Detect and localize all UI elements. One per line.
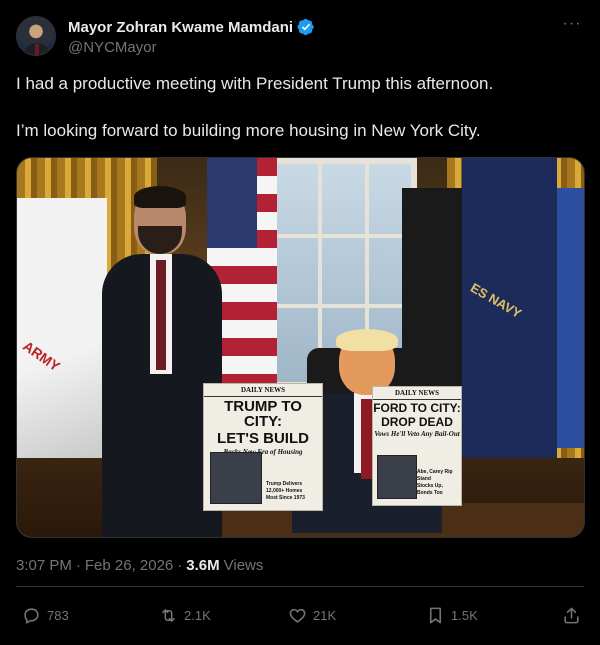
author-block: Mayor Zohran Kwame Mamdani @NYCMayor	[68, 16, 315, 56]
newspaper-left-masthead: DAILY NEWS	[204, 384, 322, 397]
repost-button[interactable]: 2.1K	[159, 606, 211, 625]
post-meta: 3:07 PM · Feb 26, 2026 · 3.6M Views	[16, 555, 263, 575]
post-date[interactable]: Feb 26, 2026	[85, 557, 173, 574]
like-button[interactable]: 21K	[288, 606, 336, 625]
post-time[interactable]: 3:07 PM	[16, 557, 72, 574]
newspaper-right: DAILY NEWS FORD TO CITY: DROP DEAD Vows …	[372, 386, 462, 506]
post-line-1: I had a productive meeting with Presiden…	[16, 74, 494, 93]
bookmark-button[interactable]: 1.5K	[426, 606, 478, 625]
share-button[interactable]	[562, 606, 587, 625]
avatar-tie	[35, 44, 39, 55]
blue-flag	[557, 188, 584, 448]
newspaper-left: DAILY NEWS TRUMP TO CITY: LET'S BUILD Ba…	[203, 383, 323, 511]
more-options-icon[interactable]: ···	[560, 16, 584, 38]
newspaper-right-masthead: DAILY NEWS	[373, 387, 461, 400]
army-flag-text: ARMY	[20, 337, 64, 375]
reply-count: 783	[47, 607, 69, 623]
verified-badge-icon	[297, 18, 314, 36]
post-line-2: I’m looking forward to building more hou…	[16, 121, 481, 140]
post-photo[interactable]: ARMY ES NAVY DAILY NEWS TRUMP TO CITY: L…	[16, 157, 585, 538]
newspaper-left-headline-2: LET'S BUILD	[217, 430, 309, 447]
divider	[16, 586, 584, 587]
newspaper-right-photo	[377, 455, 417, 499]
repost-icon	[162, 608, 175, 622]
newspaper-right-column: Abe, Carey Rip Stand Stocks Up, Bonds To…	[417, 469, 453, 496]
bookmark-icon	[429, 607, 442, 623]
display-name[interactable]: Mayor Zohran Kwame Mamdani	[68, 19, 293, 36]
newspaper-left-photo	[210, 452, 262, 504]
views-label: Views	[223, 556, 264, 574]
reply-button[interactable]: 783	[22, 606, 69, 625]
bookmark-count: 1.5K	[451, 607, 478, 623]
display-name-row: Mayor Zohran Kwame Mamdani	[68, 16, 315, 38]
newspaper-right-headline-1: FORD TO CITY:	[373, 401, 461, 415]
newspaper-left-column: Trump Delivers 12,000+ Homes Most Since …	[266, 481, 305, 501]
meta-separator-2: ·	[177, 556, 183, 574]
views-count: 3.6M	[186, 556, 220, 574]
army-flag: ARMY	[17, 198, 107, 458]
repost-count: 2.1K	[184, 607, 211, 623]
like-count: 21K	[313, 607, 337, 623]
heart-icon	[289, 608, 306, 623]
post-text: I had a productive meeting with Presiden…	[16, 73, 584, 142]
newspaper-right-headline-2: DROP DEAD	[381, 415, 453, 429]
navy-flag-text: ES NAVY	[468, 279, 525, 322]
newspaper-left-headline-1: TRUMP TO CITY:	[224, 398, 302, 430]
reply-icon	[24, 607, 39, 624]
avatar[interactable]	[16, 16, 56, 56]
navy-flag: ES NAVY	[462, 158, 557, 458]
author-handle[interactable]: @NYCMayor	[68, 39, 315, 56]
action-bar: 783 2.1K 21K 1.5K	[16, 603, 584, 627]
post-header: Mayor Zohran Kwame Mamdani @NYCMayor ···	[16, 14, 584, 62]
newspaper-right-subhead: Vows He'll Veto Any Bail-Out	[374, 430, 460, 438]
share-icon	[564, 607, 579, 623]
meta-separator: ·	[75, 556, 81, 574]
